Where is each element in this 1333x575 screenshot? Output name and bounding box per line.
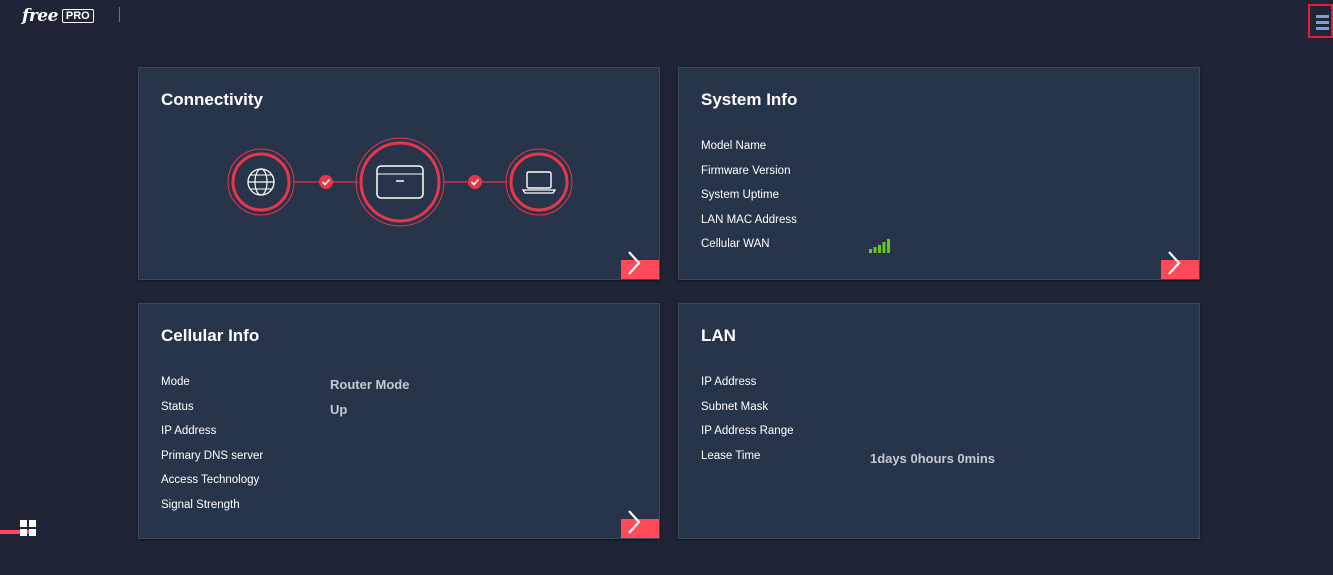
ip-address-label: IP Address <box>701 376 757 388</box>
card-title: Cellular Info <box>161 326 260 345</box>
connectivity-details-arrow[interactable] <box>621 251 659 279</box>
cellular-info-card: Cellular Info Mode Status IP Address Pri… <box>138 303 660 539</box>
system-info-card: System Info Model Name Firmware Version … <box>678 67 1200 280</box>
firmware-version-label: Firmware Version <box>701 165 791 177</box>
signal-strength-label: Signal Strength <box>161 499 240 511</box>
lease-time-label: Lease Time <box>701 450 761 462</box>
ip-address-range-label: IP Address Range <box>701 425 794 437</box>
brand-badge: PRO <box>61 9 94 23</box>
cellular-wan-label: Cellular WAN <box>701 238 770 250</box>
signal-strength-icon <box>869 239 890 253</box>
primary-dns-label: Primary DNS server <box>161 450 264 462</box>
status-label: Status <box>161 401 194 413</box>
lan-card: LAN IP Address Subnet Mask IP Address Ra… <box>678 303 1200 539</box>
brand-name: free <box>22 6 58 26</box>
system-uptime-label: System Uptime <box>701 189 779 201</box>
system-info-details-arrow[interactable] <box>1161 251 1199 279</box>
globe-icon <box>227 148 295 216</box>
mode-label: Mode <box>161 376 190 388</box>
top-bar: free PRO <box>0 0 1333 38</box>
chevron-right-icon <box>628 251 641 275</box>
chevron-right-icon <box>1168 251 1181 275</box>
laptop-icon <box>505 148 573 216</box>
card-title: LAN <box>701 326 736 345</box>
card-title: System Info <box>701 90 798 109</box>
subnet-mask-label: Subnet Mask <box>701 401 769 413</box>
mode-value: Router Mode <box>330 377 410 392</box>
ip-address-label: IP Address <box>161 425 217 437</box>
brand-logo[interactable]: free PRO <box>22 6 94 26</box>
model-name-label: Model Name <box>701 140 767 152</box>
dashboard-grid-icon[interactable] <box>0 517 40 539</box>
status-value: Up <box>330 402 348 417</box>
hamburger-menu-icon[interactable] <box>1308 4 1333 38</box>
router-icon <box>355 137 445 227</box>
chevron-right-icon <box>628 510 641 534</box>
lease-time-value: 1days 0hours 0mins <box>870 451 995 466</box>
connected-check-icon <box>319 175 333 189</box>
connectivity-diagram <box>227 137 573 227</box>
access-technology-label: Access Technology <box>161 474 260 486</box>
connectivity-card: Connectivity <box>138 67 660 280</box>
header-divider <box>119 7 120 22</box>
cellular-info-details-arrow[interactable] <box>621 510 659 538</box>
connected-check-icon <box>468 175 482 189</box>
lan-mac-address-label: LAN MAC Address <box>701 214 797 226</box>
